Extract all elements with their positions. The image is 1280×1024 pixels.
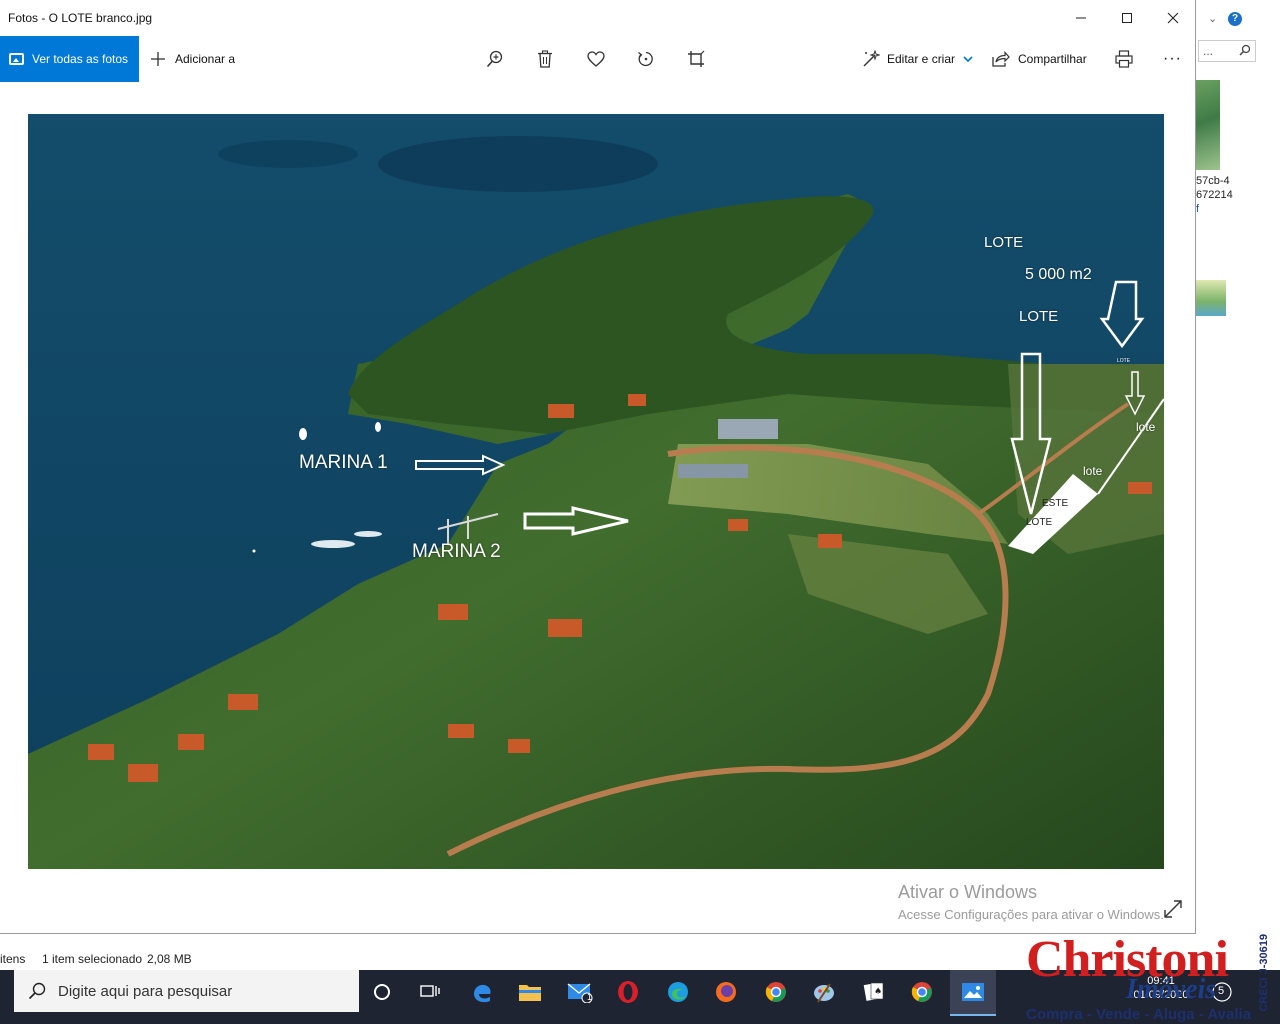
file-caption-line: f — [1196, 203, 1200, 215]
label-marina-1: MARINA 1 — [299, 452, 388, 473]
crop-icon[interactable] — [686, 49, 706, 69]
status-size: 2,08 MB — [147, 952, 192, 966]
opera-icon[interactable] — [610, 974, 646, 1010]
label-lote-small: lote — [1136, 420, 1156, 434]
label-este: ESTE — [1042, 498, 1069, 509]
label-lote-small: lote — [1083, 464, 1103, 478]
task-view-icon[interactable] — [412, 974, 448, 1010]
search-icon — [28, 982, 46, 1000]
share-icon — [992, 51, 1010, 67]
label-marina-2: MARINA 2 — [412, 541, 501, 562]
maximize-button[interactable] — [1104, 0, 1150, 36]
activation-heading: Ativar o Windows — [898, 882, 1038, 902]
close-button[interactable] — [1150, 0, 1196, 36]
firefox-icon[interactable] — [708, 974, 744, 1010]
add-to-button[interactable]: Adicionar a — [150, 36, 235, 82]
solitaire-icon[interactable]: ♠ — [856, 974, 892, 1010]
file-caption-line: 57cb-4 — [1196, 175, 1230, 187]
mail-icon[interactable]: 1 — [562, 974, 598, 1010]
chrome-icon[interactable] — [758, 974, 794, 1010]
view-all-photos-button[interactable]: Ver todas as fotos — [0, 36, 139, 82]
share-label: Compartilhar — [1018, 52, 1087, 66]
label-lote-top: LOTE — [984, 234, 1024, 251]
edit-create-label: Editar e criar — [887, 52, 956, 66]
brand-creci: CRECI J-30619 — [1258, 934, 1270, 1012]
photos-app-icon[interactable] — [950, 970, 996, 1016]
plus-icon — [150, 51, 166, 67]
print-icon[interactable] — [1114, 49, 1134, 69]
paint-icon[interactable] — [806, 974, 842, 1010]
edit-wand-icon — [862, 50, 880, 68]
label-lote-mid: LOTE — [1019, 308, 1059, 325]
edge-legacy-icon[interactable] — [464, 974, 500, 1010]
heart-icon[interactable] — [586, 49, 606, 69]
file-thumbnail[interactable] — [1196, 80, 1220, 170]
edit-create-button[interactable]: Editar e criar — [862, 36, 973, 82]
taskbar-search-box[interactable]: Digite aqui para pesquisar — [14, 970, 359, 1012]
screen: ⌄ ? ... 57cb-4 672214 f Fotos - O LOTE b… — [0, 0, 1280, 1024]
mail-badge: 1 — [587, 992, 593, 1002]
photos-toolbar: Ver todas as fotos Adicionar a Editar e … — [0, 36, 1196, 82]
label-lote-box: LOTE — [1026, 517, 1053, 528]
label-area: 5 000 m2 — [1025, 266, 1092, 283]
photo-icon — [9, 53, 24, 65]
brand-subtitle: Imóveis — [1126, 974, 1217, 1005]
explorer-status-bar: itens 1 item selecionado 2,08 MB — [0, 948, 1196, 970]
cortana-icon[interactable] — [364, 974, 400, 1010]
background-explorer-window: ⌄ ? ... 57cb-4 672214 f — [1196, 0, 1280, 970]
search-icon — [1239, 44, 1251, 56]
file-thumbnail[interactable] — [1196, 280, 1226, 316]
chevron-down-icon[interactable]: ⌄ — [1208, 12, 1217, 25]
rotate-icon[interactable] — [636, 49, 656, 69]
taskbar-search-placeholder: Digite aqui para pesquisar — [58, 982, 233, 1000]
explorer-search-input[interactable]: ... — [1198, 40, 1256, 62]
add-to-label: Adicionar a — [175, 52, 236, 66]
windows-activation-watermark: Ativar o Windows Acesse Configurações pa… — [898, 882, 1164, 922]
view-all-photos-label: Ver todas as fotos — [32, 52, 129, 66]
file-caption: 57cb-4 672214 f — [1196, 174, 1233, 216]
file-caption-line: 672214 — [1196, 189, 1233, 201]
delete-icon[interactable] — [535, 49, 555, 69]
window-title: Fotos - O LOTE branco.jpg — [8, 11, 153, 25]
edge-icon[interactable] — [660, 974, 696, 1010]
activation-subtext: Acesse Configurações para ativar o Windo… — [898, 907, 1164, 922]
brand-tagline: Compra - Vende - Aluga - Avalia — [1026, 1006, 1252, 1023]
minimize-button[interactable] — [1058, 0, 1104, 36]
aerial-photo-canvas — [28, 114, 1164, 869]
file-explorer-icon[interactable] — [512, 974, 548, 1010]
status-selected: 1 item selecionado — [42, 952, 143, 966]
svg-text:♠: ♠ — [874, 987, 882, 997]
title-bar[interactable]: Fotos - O LOTE branco.jpg — [0, 0, 1196, 36]
chevron-down-icon — [963, 55, 973, 63]
explorer-search-text: ... — [1203, 44, 1214, 58]
label-lote-tiny: LOTE — [1117, 358, 1131, 364]
christoni-watermark-logo: Christoni Imóveis Compra - Vende - Aluga… — [1022, 930, 1280, 1024]
photos-window: Fotos - O LOTE branco.jpg Ver todas as f… — [0, 0, 1196, 934]
status-items: itens — [0, 952, 26, 966]
more-options-button[interactable]: ··· — [1163, 36, 1182, 82]
share-button[interactable]: Compartilhar — [992, 36, 1087, 82]
full-screen-icon[interactable] — [1162, 898, 1184, 920]
zoom-in-icon[interactable] — [485, 49, 505, 69]
help-icon[interactable]: ? — [1228, 12, 1242, 26]
aerial-photo[interactable]: LOTE 5 000 m2 LOTE LOTE MARINA 1 MARINA … — [28, 114, 1164, 869]
chrome-profile-icon[interactable] — [904, 974, 940, 1010]
